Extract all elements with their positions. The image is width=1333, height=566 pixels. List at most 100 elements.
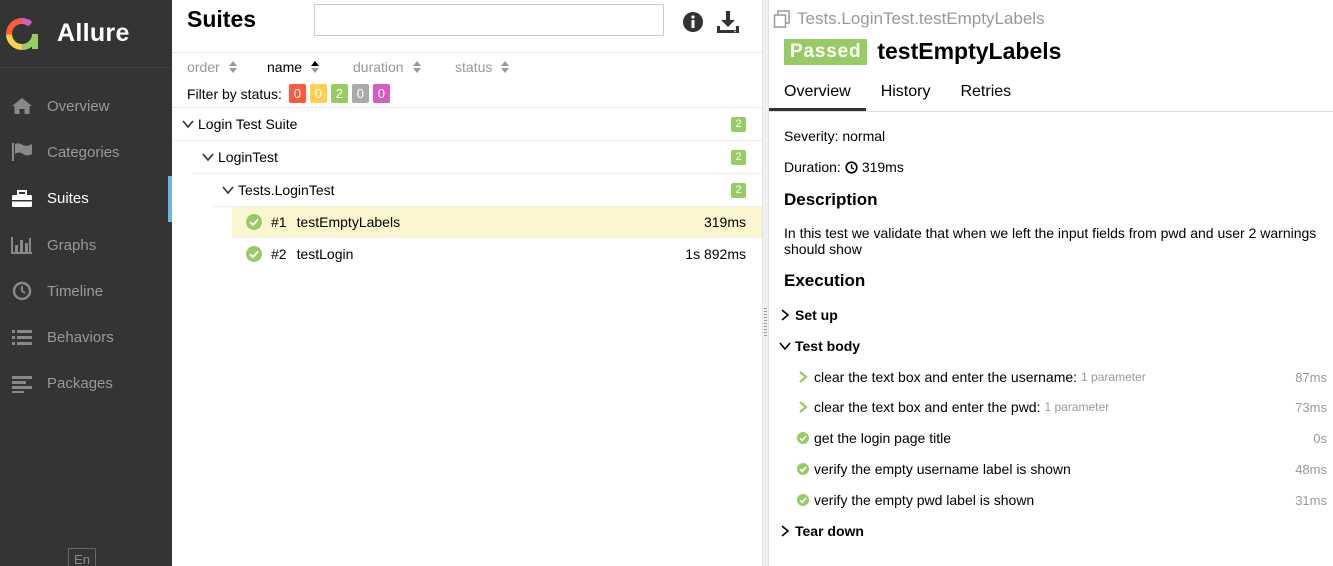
sort-label: name	[267, 59, 303, 75]
drag-handle-icon	[764, 308, 767, 338]
test-row[interactable]: #1 testEmptyLabels 319ms	[232, 207, 762, 238]
suites-header: Suites	[172, 0, 762, 53]
step-row[interactable]: get the login page title 0s	[797, 428, 1327, 448]
sort-label: order	[187, 59, 220, 75]
info-icon[interactable]	[682, 11, 704, 33]
duration-value: 319ms	[861, 159, 904, 175]
status-badge: Passed	[784, 38, 868, 65]
step-row[interactable]: clear the text box and enter the pwd: 1 …	[797, 397, 1327, 417]
test-row[interactable]: #2 testLogin 1s 892ms	[232, 238, 762, 269]
sidebar-item-categories[interactable]: Categories	[0, 129, 172, 175]
sidebar-item-behaviors[interactable]: Behaviors	[0, 314, 172, 360]
check-circle-icon	[797, 494, 809, 506]
count-badge: 2	[731, 183, 746, 198]
chevron-right-icon	[781, 525, 790, 537]
check-circle-icon	[797, 432, 809, 444]
step-duration: 31ms	[1295, 492, 1327, 508]
sidebar-item-label: Packages	[47, 375, 113, 393]
sort-duration[interactable]: duration	[353, 58, 431, 76]
sort-icon	[311, 61, 320, 73]
filter-skipped-badge[interactable]: 0	[351, 84, 369, 103]
tab-overview[interactable]: Overview	[769, 76, 866, 111]
tab-history[interactable]: History	[866, 76, 946, 111]
sidebar-item-label: Categories	[47, 143, 120, 161]
sidebar-item-timeline[interactable]: Timeline	[0, 268, 172, 314]
chevron-down-icon	[779, 342, 791, 351]
test-number: #1	[271, 214, 287, 230]
step-text: get the login page title	[814, 430, 951, 446]
step-text: clear the text box and enter the pwd:	[814, 399, 1041, 415]
sort-order[interactable]: order	[187, 58, 243, 76]
search-input[interactable]	[314, 4, 664, 36]
suites-pane: Suites order name duration status Filter…	[172, 0, 762, 566]
chevron-right-icon	[781, 309, 790, 321]
sort-label: status	[455, 59, 493, 75]
step-duration: 0s	[1313, 430, 1327, 446]
clock-icon	[845, 160, 858, 174]
step-row[interactable]: verify the empty username label is shown…	[797, 459, 1327, 479]
sidebar-item-overview[interactable]: Overview	[0, 83, 172, 129]
tab-retries[interactable]: Retries	[945, 76, 1026, 111]
tree-node-package[interactable]: Tests.LoginTest 2	[212, 174, 762, 207]
count-badge: 2	[731, 117, 746, 132]
test-duration: 319ms	[703, 214, 746, 230]
tree-node-class[interactable]: LoginTest 2	[192, 141, 762, 174]
sidebar-item-suites[interactable]: Suites	[0, 175, 172, 222]
pane-splitter[interactable]	[762, 0, 769, 566]
language-switch[interactable]: En	[68, 548, 96, 566]
test-duration: 1s 892ms	[685, 245, 746, 262]
filter-passed-badge[interactable]: 2	[330, 84, 348, 103]
step-text: verify the empty username label is shown	[814, 461, 1071, 477]
tree-node-label: Tests.LoginTest	[238, 182, 335, 198]
step-text: clear the text box and enter the usernam…	[814, 369, 1078, 385]
filter-unknown-badge[interactable]: 0	[372, 84, 390, 103]
sort-icon	[412, 61, 421, 73]
copy-icon[interactable]	[773, 10, 791, 28]
teardown-label: Tear down	[795, 523, 864, 539]
test-detail-pane: Tests.LoginTest.testEmptyLabels Passed t…	[769, 0, 1333, 566]
sidebar-item-label: Suites	[47, 190, 89, 208]
test-body-label: Test body	[795, 338, 861, 354]
sort-bar: order name duration status	[187, 58, 534, 76]
step-row[interactable]: verify the empty pwd label is shown 31ms	[797, 490, 1327, 510]
test-title-row: Passed testEmptyLabels	[784, 38, 1061, 65]
sort-icon	[501, 61, 510, 73]
step-row[interactable]: clear the text box and enter the usernam…	[797, 367, 1327, 387]
check-circle-icon	[246, 214, 262, 230]
filter-broken-badge[interactable]: 0	[309, 84, 327, 103]
breadcrumb[interactable]: Tests.LoginTest.testEmptyLabels	[773, 9, 1045, 29]
sidebar-nav: Overview Categories Suites Graphs Timeli…	[0, 68, 172, 407]
chevron-down-icon	[180, 116, 196, 132]
test-name: testEmptyLabels	[296, 214, 401, 230]
step-text: verify the empty pwd label is shown	[814, 492, 1035, 508]
tree-node-suite[interactable]: Login Test Suite 2	[172, 108, 762, 141]
detail-tabs: Overview History Retries	[769, 76, 1333, 112]
filter-failed-badge[interactable]: 0	[288, 84, 306, 103]
download-icon[interactable]	[716, 10, 740, 34]
teardown-group[interactable]: Tear down	[779, 523, 864, 539]
suites-tree: Login Test Suite 2 LoginTest 2 Tests.Log…	[172, 107, 762, 269]
sort-label: duration	[353, 59, 404, 75]
setup-group[interactable]: Set up	[779, 307, 838, 323]
page-title: Suites	[187, 6, 257, 32]
step-duration: 48ms	[1295, 461, 1327, 477]
setup-label: Set up	[795, 307, 838, 323]
test-name: testLogin	[296, 245, 354, 262]
breadcrumb-text: Tests.LoginTest.testEmptyLabels	[797, 9, 1045, 28]
brand-name: Allure	[57, 19, 130, 47]
sidebar-item-graphs[interactable]: Graphs	[0, 222, 172, 268]
tree-node-label: Login Test Suite	[198, 116, 298, 132]
test-body-group[interactable]: Test body	[779, 338, 860, 354]
chevron-right-icon	[799, 401, 808, 413]
list-icon	[10, 327, 34, 349]
sort-name[interactable]: name	[267, 58, 329, 76]
duration: Duration: 319ms	[784, 159, 904, 175]
sort-status[interactable]: status	[455, 58, 510, 76]
brand[interactable]: Allure	[0, 0, 172, 68]
step-parameter: 1 parameter	[1044, 400, 1110, 414]
test-title: testEmptyLabels	[877, 38, 1062, 64]
step-duration: 73ms	[1295, 399, 1327, 415]
align-left-icon	[10, 373, 34, 395]
sidebar-item-packages[interactable]: Packages	[0, 361, 172, 407]
count-badge: 2	[731, 150, 746, 165]
